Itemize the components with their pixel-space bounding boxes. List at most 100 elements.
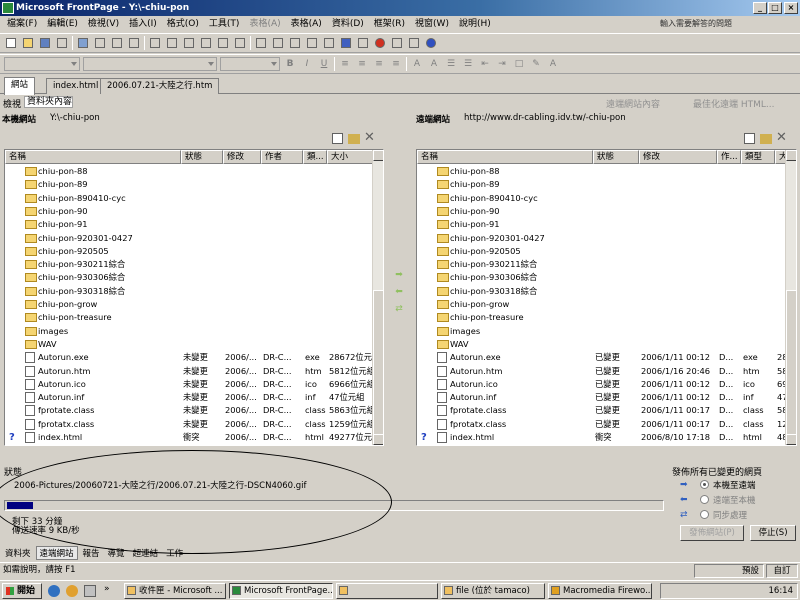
list-item[interactable]: chiu-pon-89 <box>5 178 383 191</box>
copy-icon[interactable] <box>165 36 179 50</box>
layer-icon[interactable] <box>288 36 302 50</box>
radio-local-to-remote[interactable] <box>700 480 709 489</box>
border-icon[interactable]: □ <box>512 59 526 69</box>
remote-site-properties-button[interactable]: 遠端網站內容 <box>606 97 660 110</box>
column-header[interactable]: 狀態 <box>593 150 639 164</box>
remote-file-list[interactable]: 名稱狀態修改作...類型大小chiu-pon-88chiu-pon-89chiu… <box>416 149 797 446</box>
list-item[interactable]: chiu-pon-88 <box>5 165 383 178</box>
outlook-quicklaunch-icon[interactable] <box>66 585 78 597</box>
list-item[interactable]: fprotate.class 已變更 2006/1/11 00:17 D... clas… <box>417 404 796 417</box>
refresh-icon[interactable] <box>356 36 370 50</box>
list-item[interactable]: images <box>5 325 383 338</box>
help-icon[interactable] <box>424 36 438 50</box>
list-item[interactable]: ?index.html衝突2006/8/10 17:18D...html4832 <box>417 431 796 444</box>
list-item[interactable]: chiu-pon-89 <box>417 178 796 191</box>
list-item[interactable]: chiu-pon-920301-0427 <box>417 232 796 245</box>
ie-quicklaunch-icon[interactable] <box>48 585 60 597</box>
delete-icon[interactable]: ✕ <box>364 130 375 145</box>
style-dropdown[interactable] <box>4 57 80 71</box>
cut-icon[interactable] <box>148 36 162 50</box>
radio-synchronize[interactable] <box>700 510 709 519</box>
font-dropdown[interactable] <box>83 57 217 71</box>
publish-arrow-left-icon[interactable]: ⬅ <box>392 287 406 297</box>
task-folder[interactable] <box>336 583 438 599</box>
view-tasks[interactable]: 工作 <box>163 547 186 559</box>
preview-icon[interactable] <box>110 36 124 50</box>
column-header[interactable]: 類型 <box>741 150 775 164</box>
decrease-font-icon[interactable]: A <box>427 59 441 69</box>
sync-arrows-icon[interactable]: ⇄ <box>392 304 406 314</box>
print-icon[interactable] <box>93 36 107 50</box>
list-item[interactable]: ? index.html 衝突 2006/... DR-C... html 49277位元組 <box>5 431 383 444</box>
paste-icon[interactable] <box>182 36 196 50</box>
font-color-icon[interactable]: A <box>546 59 560 69</box>
radio-remote-to-local-label[interactable]: 遠端至本機 <box>713 494 756 506</box>
close-button[interactable]: × <box>784 2 798 14</box>
column-header[interactable]: 作者 <box>261 150 303 164</box>
list-item[interactable]: chiu-pon-930211綜合 <box>5 258 383 271</box>
tab-website[interactable]: 網站 <box>4 77 36 95</box>
numbering-icon[interactable]: ☰ <box>444 59 458 69</box>
stop-icon[interactable] <box>373 36 387 50</box>
list-item[interactable]: chiu-pon-920505 <box>5 245 383 258</box>
menu-help[interactable]: 說明(H) <box>454 16 496 32</box>
show-all-icon[interactable] <box>390 36 404 50</box>
list-item[interactable]: chiu-pon-920301-0427 <box>5 232 383 245</box>
save-icon[interactable] <box>38 36 52 50</box>
undo-icon[interactable] <box>216 36 230 50</box>
new-page-icon[interactable] <box>744 133 755 144</box>
menu-table[interactable]: 表格(A) <box>286 16 327 32</box>
scroll-thumb[interactable] <box>786 290 796 435</box>
help-search-input[interactable]: 輸入需要解答的問題 <box>660 17 732 30</box>
list-item[interactable]: chiu-pon-920505 <box>417 245 796 258</box>
view-hyperlinks[interactable]: 超連結 <box>130 547 162 559</box>
list-item[interactable]: fprotatx.class 已變更 2006/1/11 00:17 D... clas… <box>417 418 796 431</box>
tab-index-html[interactable]: index.html <box>46 78 106 94</box>
list-item[interactable]: chiu-pon-91 <box>417 218 796 231</box>
scroll-down-button[interactable] <box>373 434 383 445</box>
column-header[interactable]: 名稱 <box>5 150 181 164</box>
list-item[interactable]: chiu-pon-grow <box>417 298 796 311</box>
minimize-button[interactable]: _ <box>753 2 767 14</box>
list-item[interactable]: chiu-pon-890410-cyc <box>417 192 796 205</box>
start-button[interactable]: 開始 <box>2 583 42 599</box>
list-item[interactable]: chiu-pon-930306綜合 <box>417 271 796 284</box>
view-navigation[interactable]: 導覽 <box>105 547 128 559</box>
menu-format[interactable]: 格式(O) <box>162 16 204 32</box>
spelling-icon[interactable] <box>127 36 141 50</box>
align-left-icon[interactable]: ≡ <box>338 59 352 69</box>
publish-arrow-right-icon[interactable]: ➡ <box>392 270 406 280</box>
column-header[interactable]: 名稱 <box>417 150 593 164</box>
new-page-icon[interactable] <box>332 133 343 144</box>
list-item[interactable]: Autorun.exe 未變更 2006/... DR-C... exe 28672位元組 <box>5 351 383 364</box>
list-item[interactable]: Autorun.ico 未變更 2006/... DR-C... ico 6966位元組 <box>5 378 383 391</box>
radio-local-to-remote-label[interactable]: 本機至遠端 <box>713 479 756 491</box>
list-item[interactable]: Autorun.ico已變更2006/1/11 00:12D...ico6966 <box>417 378 796 391</box>
view-dropdown[interactable]: 資料夾內容 <box>24 96 74 108</box>
menu-insert[interactable]: 插入(I) <box>124 16 162 32</box>
anchor-icon[interactable] <box>407 36 421 50</box>
align-right-icon[interactable]: ≡ <box>372 59 386 69</box>
publish-site-button[interactable]: 發佈網站(P) <box>680 525 744 541</box>
vertical-scrollbar[interactable] <box>372 150 383 445</box>
desktop-quicklaunch-icon[interactable] <box>84 585 96 597</box>
underline-icon[interactable]: U <box>317 59 331 69</box>
list-item[interactable]: fprotatx.class 未變更 2006/... DR-C... class 125… <box>5 418 383 431</box>
task-outlook[interactable]: 收件匣 - Microsoft ... <box>124 583 226 599</box>
quicklaunch-more-icon[interactable]: » <box>104 584 110 594</box>
justify-icon[interactable]: ≡ <box>389 59 403 69</box>
list-item[interactable]: chiu-pon-890410-cyc <box>5 192 383 205</box>
list-item[interactable]: chiu-pon-treasure <box>417 311 796 324</box>
menu-file[interactable]: 檔案(F) <box>2 16 42 32</box>
list-item[interactable]: chiu-pon-grow <box>5 298 383 311</box>
column-header[interactable]: 修改 <box>223 150 261 164</box>
new-folder-icon[interactable] <box>348 134 360 144</box>
list-item[interactable]: chiu-pon-930306綜合 <box>5 271 383 284</box>
bold-icon[interactable]: B <box>283 59 297 69</box>
list-item[interactable]: chiu-pon-91 <box>5 218 383 231</box>
stop-button[interactable]: 停止(S) <box>750 525 796 541</box>
list-item[interactable]: WAV <box>417 338 796 351</box>
new-icon[interactable] <box>4 36 18 50</box>
list-item[interactable]: chiu-pon-90 <box>5 205 383 218</box>
column-header[interactable]: 大小 <box>327 150 373 164</box>
